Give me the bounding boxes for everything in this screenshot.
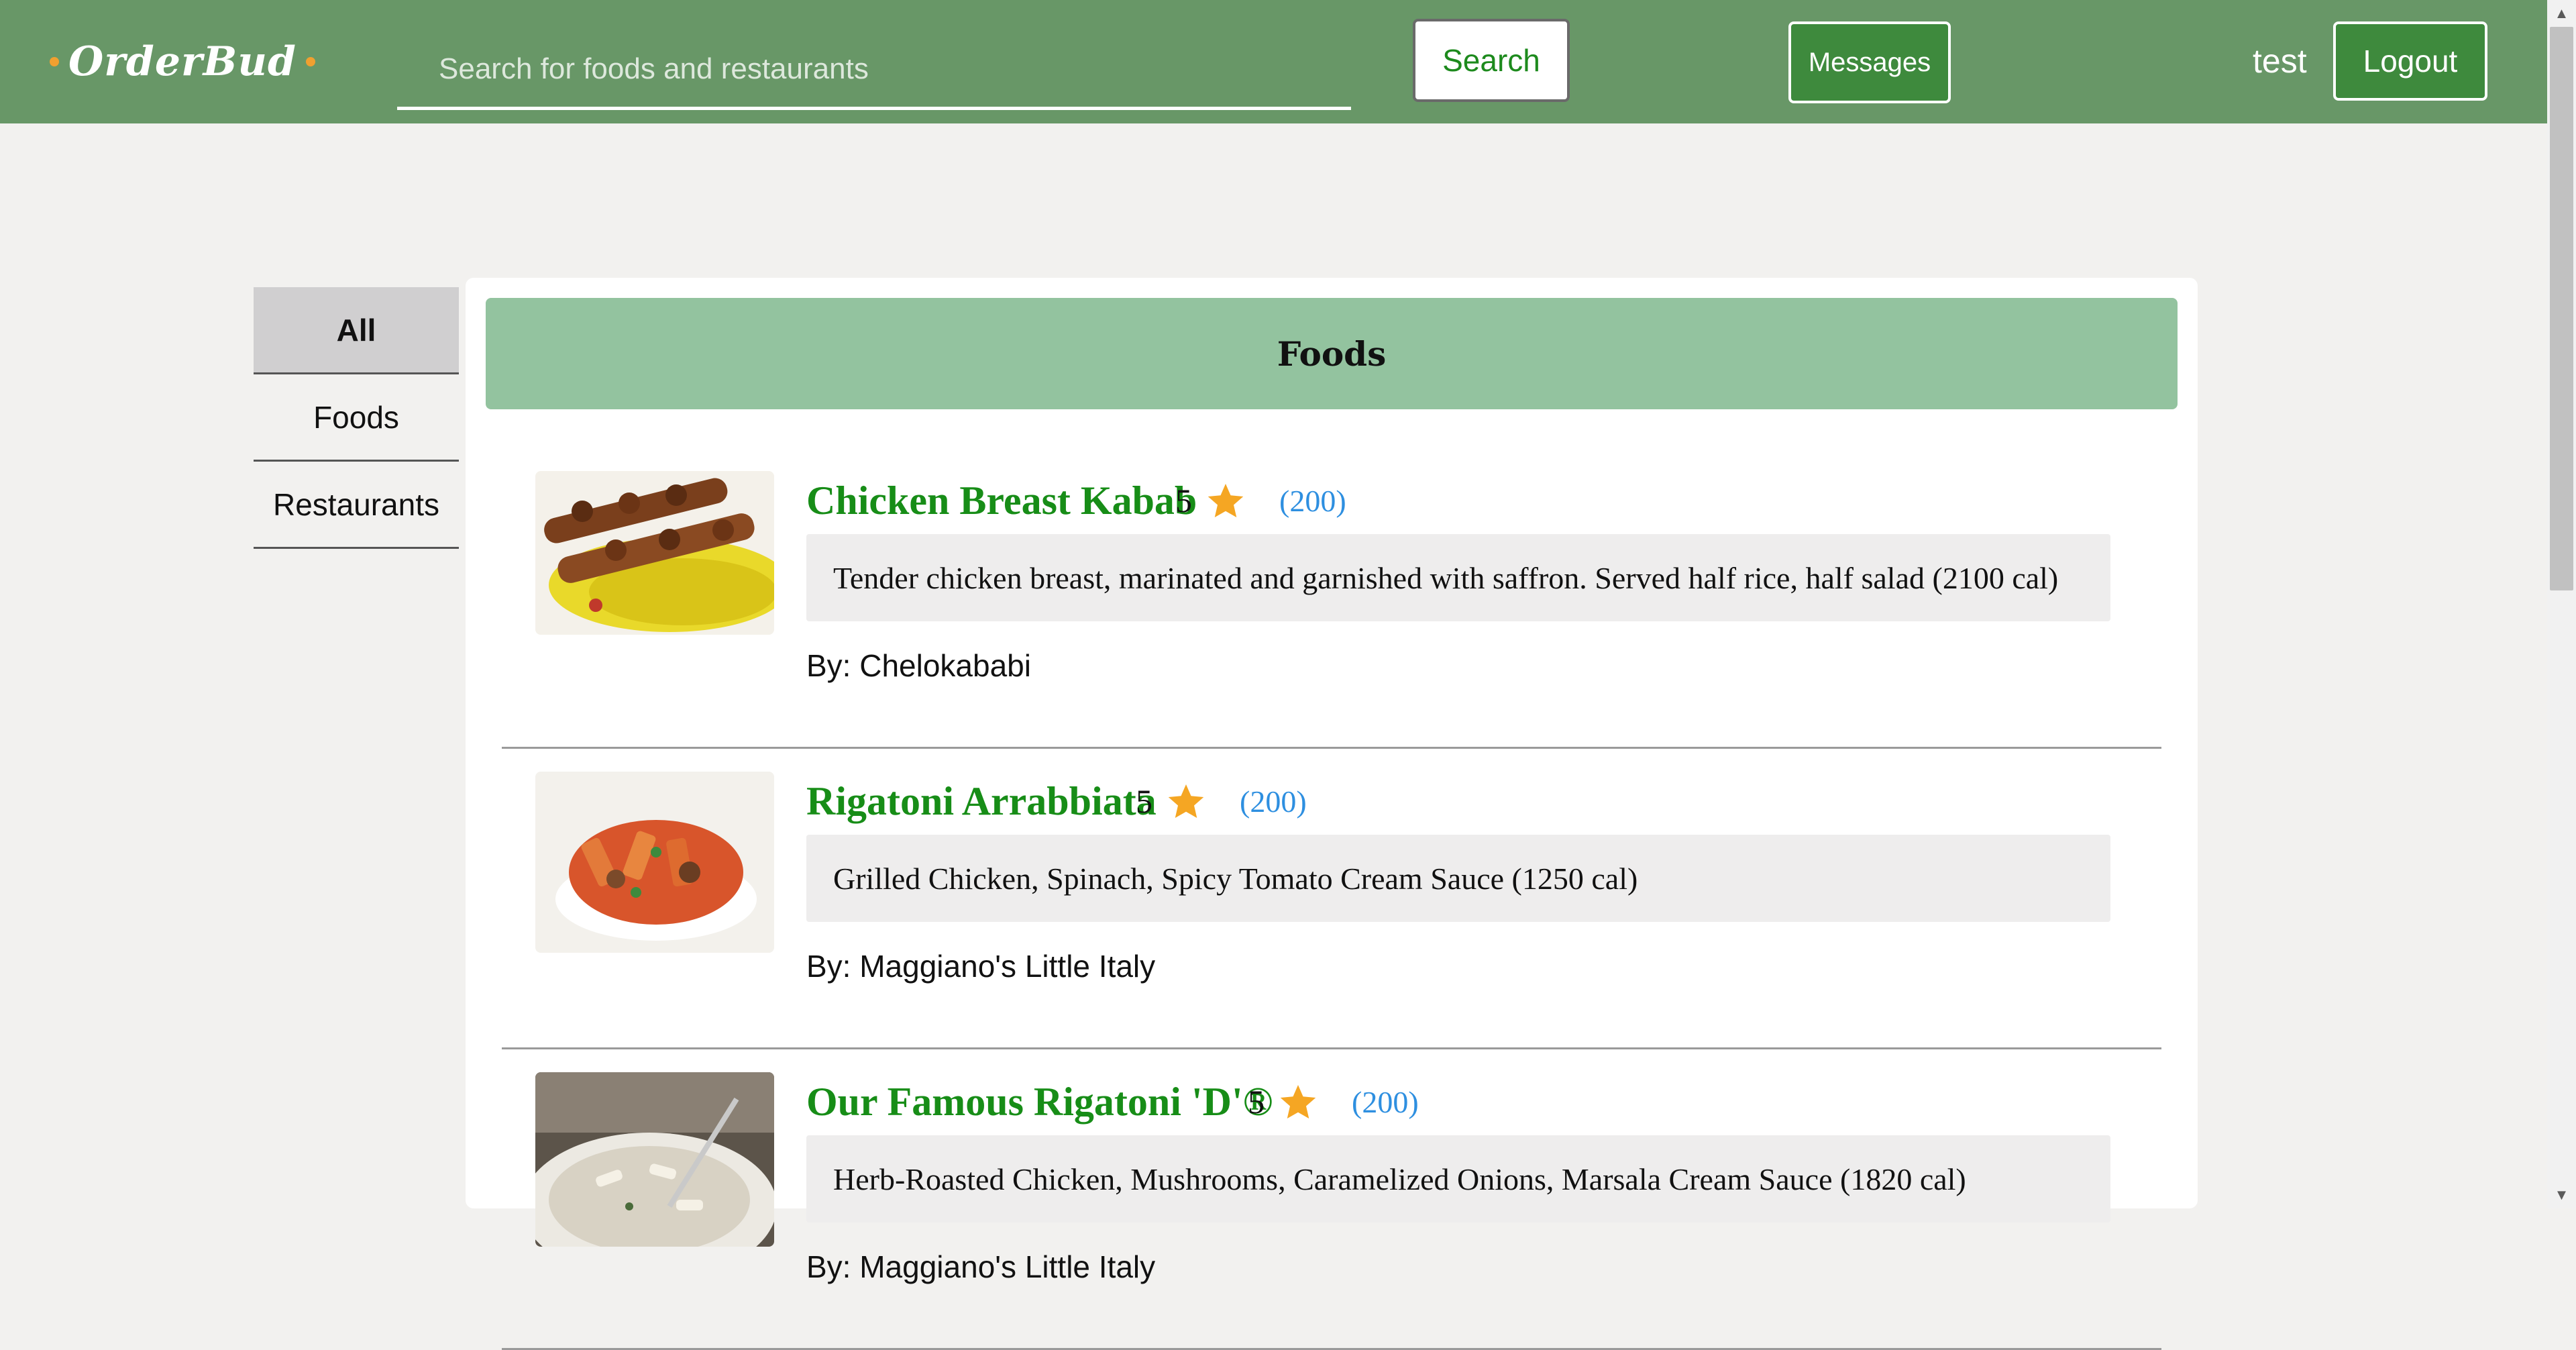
- food-card: Chicken Breast Kabab 5 (200) Tender chic…: [502, 448, 2161, 749]
- food-description: Grilled Chicken, Spinach, Spicy Tomato C…: [806, 835, 2110, 922]
- food-image[interactable]: [535, 772, 774, 953]
- logo-dot-left: [50, 57, 59, 66]
- food-rating: 5 (200): [1175, 474, 1346, 527]
- food-restaurant: By: Maggiano's Little Italy: [806, 949, 1156, 984]
- section-title: Foods: [486, 298, 2178, 409]
- food-list: Chicken Breast Kabab 5 (200) Tender chic…: [502, 448, 2161, 1350]
- food-name-link[interactable]: Chicken Breast Kabab: [806, 474, 1197, 527]
- results-panel: Foods Chicken Breast Kabab 5 (200) Tende…: [466, 278, 2198, 1350]
- food-name-link[interactable]: Our Famous Rigatoni 'D'®: [806, 1075, 1273, 1129]
- search-button[interactable]: Search: [1413, 19, 1570, 102]
- rating-value: 5: [1248, 1083, 1265, 1121]
- food-rating: 5 (200): [1248, 1075, 1419, 1129]
- review-count-link[interactable]: (200): [1352, 1084, 1419, 1120]
- rating-value: 5: [1175, 482, 1192, 519]
- food-restaurant: By: Maggiano's Little Italy: [806, 1249, 1156, 1284]
- scroll-down-arrow-icon[interactable]: ▼: [2547, 1182, 2576, 1208]
- food-description: Herb-Roasted Chicken, Mushrooms, Caramel…: [806, 1135, 2110, 1223]
- logo-text: OrderBud: [68, 38, 297, 85]
- star-icon: [1280, 1085, 1316, 1119]
- username: test: [2253, 42, 2307, 80]
- food-image[interactable]: [535, 471, 774, 635]
- logo[interactable]: OrderBud: [50, 35, 315, 89]
- review-count-link[interactable]: (200): [1279, 483, 1346, 519]
- logo-dot-right: [305, 57, 315, 66]
- rating-value: 5: [1136, 782, 1152, 820]
- messages-button[interactable]: Messages: [1788, 21, 1951, 103]
- star-icon: [1168, 784, 1204, 818]
- filter-all[interactable]: All: [254, 287, 459, 374]
- logout-button[interactable]: Logout: [2333, 21, 2487, 101]
- search-input[interactable]: [397, 31, 1351, 110]
- food-description: Tender chicken breast, marinated and gar…: [806, 534, 2110, 621]
- filter-restaurants[interactable]: Restaurants: [254, 462, 459, 549]
- top-nav-bar: OrderBud Search Messages test Logout: [0, 0, 2547, 123]
- food-name-link[interactable]: Rigatoni Arrabbiata: [806, 774, 1157, 828]
- page-scrollbar[interactable]: ▲ ▼: [2547, 0, 2576, 1208]
- food-restaurant: By: Chelokababi: [806, 648, 1031, 683]
- review-count-link[interactable]: (200): [1240, 784, 1307, 819]
- food-rating: 5 (200): [1136, 774, 1307, 828]
- scrollbar-thumb[interactable]: [2550, 27, 2573, 590]
- star-icon: [1208, 484, 1244, 517]
- food-card: Our Famous Rigatoni 'D'® 5 (200) Herb-Ro…: [502, 1049, 2161, 1350]
- food-card: Rigatoni Arrabbiata 5 (200) Grilled Chic…: [502, 749, 2161, 1049]
- category-filter-nav: All Foods Restaurants: [254, 287, 459, 549]
- food-image[interactable]: [535, 1072, 774, 1247]
- filter-foods[interactable]: Foods: [254, 374, 459, 462]
- scroll-up-arrow-icon[interactable]: ▲: [2547, 0, 2576, 27]
